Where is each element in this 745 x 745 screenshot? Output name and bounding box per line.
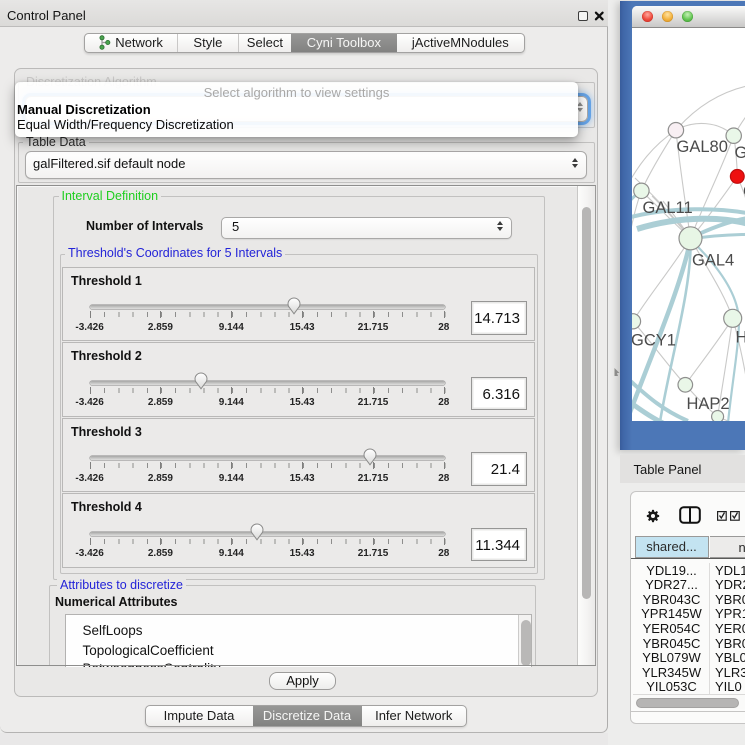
svg-text:H: H xyxy=(735,328,745,346)
svg-text:G.: G. xyxy=(734,144,745,162)
svg-text:GAL11: GAL11 xyxy=(642,198,692,216)
svg-text:HAP2: HAP2 xyxy=(686,395,729,413)
svg-text:GCY1: GCY1 xyxy=(632,331,676,349)
svg-text:GAL80: GAL80 xyxy=(676,138,727,156)
svg-text:GAL4: GAL4 xyxy=(692,251,734,269)
